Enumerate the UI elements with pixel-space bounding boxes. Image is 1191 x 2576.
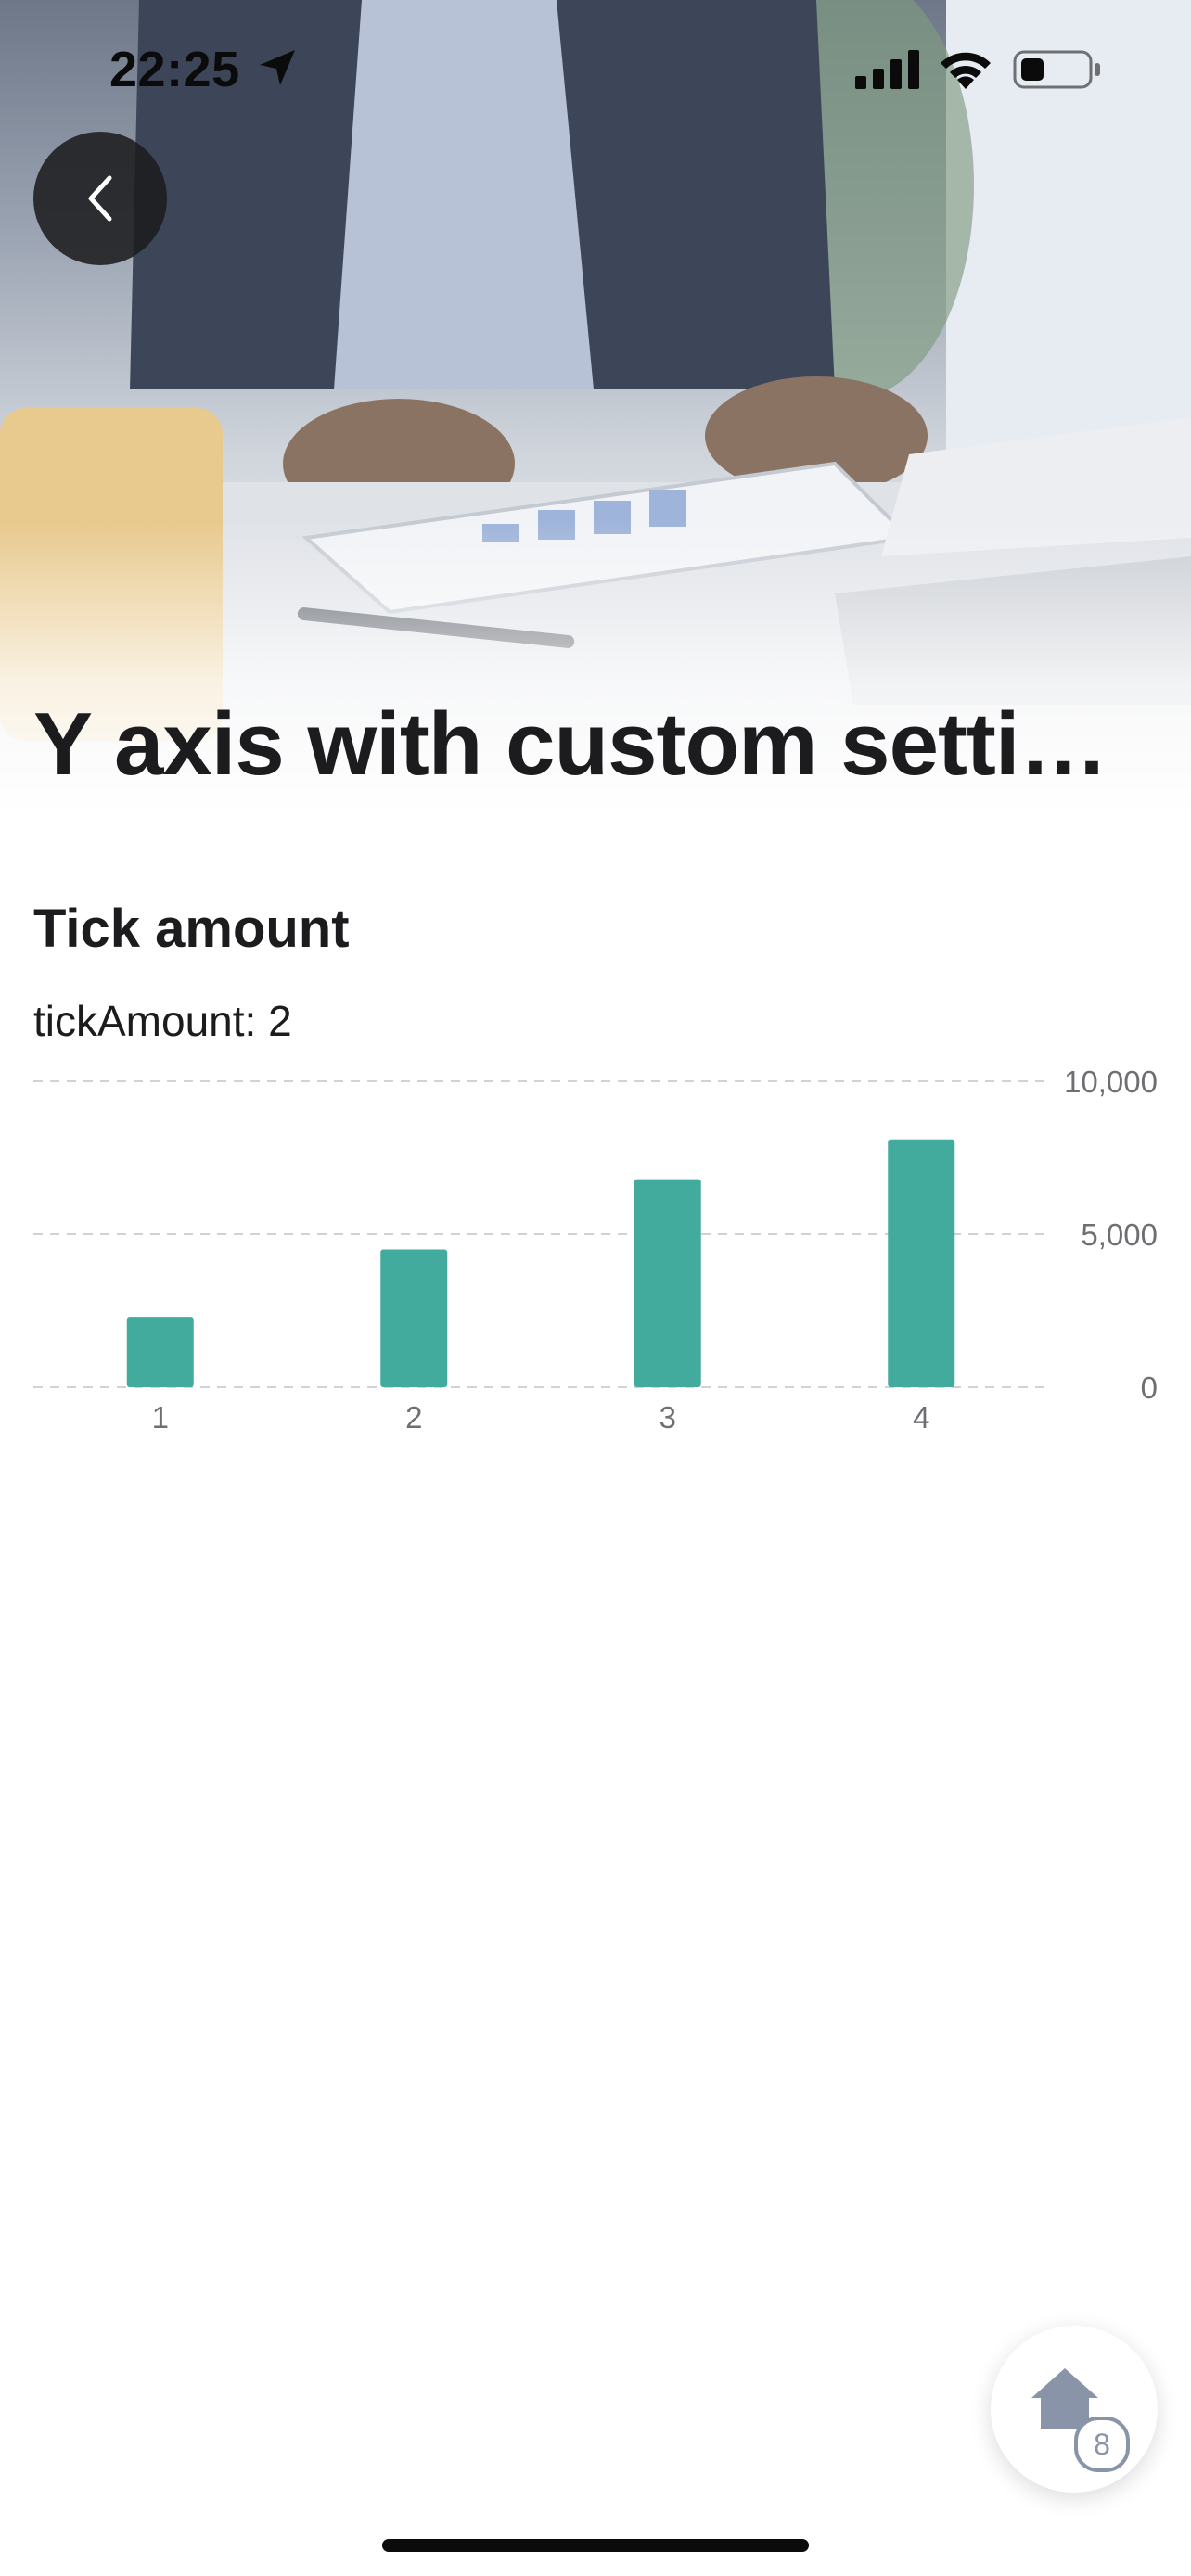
x-tick-label: 2: [405, 1400, 422, 1435]
section-title: Tick amount: [33, 899, 350, 959]
y-tick-label: 10,000: [1064, 1065, 1158, 1099]
y-tick-label: 0: [1141, 1371, 1158, 1405]
home-button[interactable]: 8: [991, 2326, 1158, 2493]
home-indicator: [382, 2539, 809, 2552]
cellular-signal-icon: [855, 50, 919, 89]
location-arrow-icon: [260, 50, 295, 85]
bar-chart: 0 5,000 10,000 1 2 3 4: [0, 1039, 1191, 1465]
bar: [126, 1317, 194, 1387]
bar: [380, 1249, 448, 1387]
x-tick-label: 3: [660, 1400, 676, 1435]
x-tick-label: 4: [913, 1400, 929, 1435]
bar: [634, 1179, 701, 1387]
back-button[interactable]: [33, 132, 167, 265]
battery-icon: [1013, 50, 1100, 89]
y-tick-label: 5,000: [1081, 1218, 1158, 1252]
status-time: 22:25: [109, 42, 240, 97]
x-tick-label: 1: [152, 1400, 169, 1435]
bar: [888, 1139, 955, 1387]
page-title: Y axis with custom setti…: [33, 695, 1108, 794]
status-bar: 22:25: [0, 0, 1191, 139]
chevron-left-icon: [88, 175, 112, 222]
notification-badge: 8: [1074, 2417, 1130, 2472]
wifi-icon: [941, 52, 991, 89]
chart-canvas: 0 5,000 10,000 1 2 3 4: [33, 1065, 1158, 1435]
